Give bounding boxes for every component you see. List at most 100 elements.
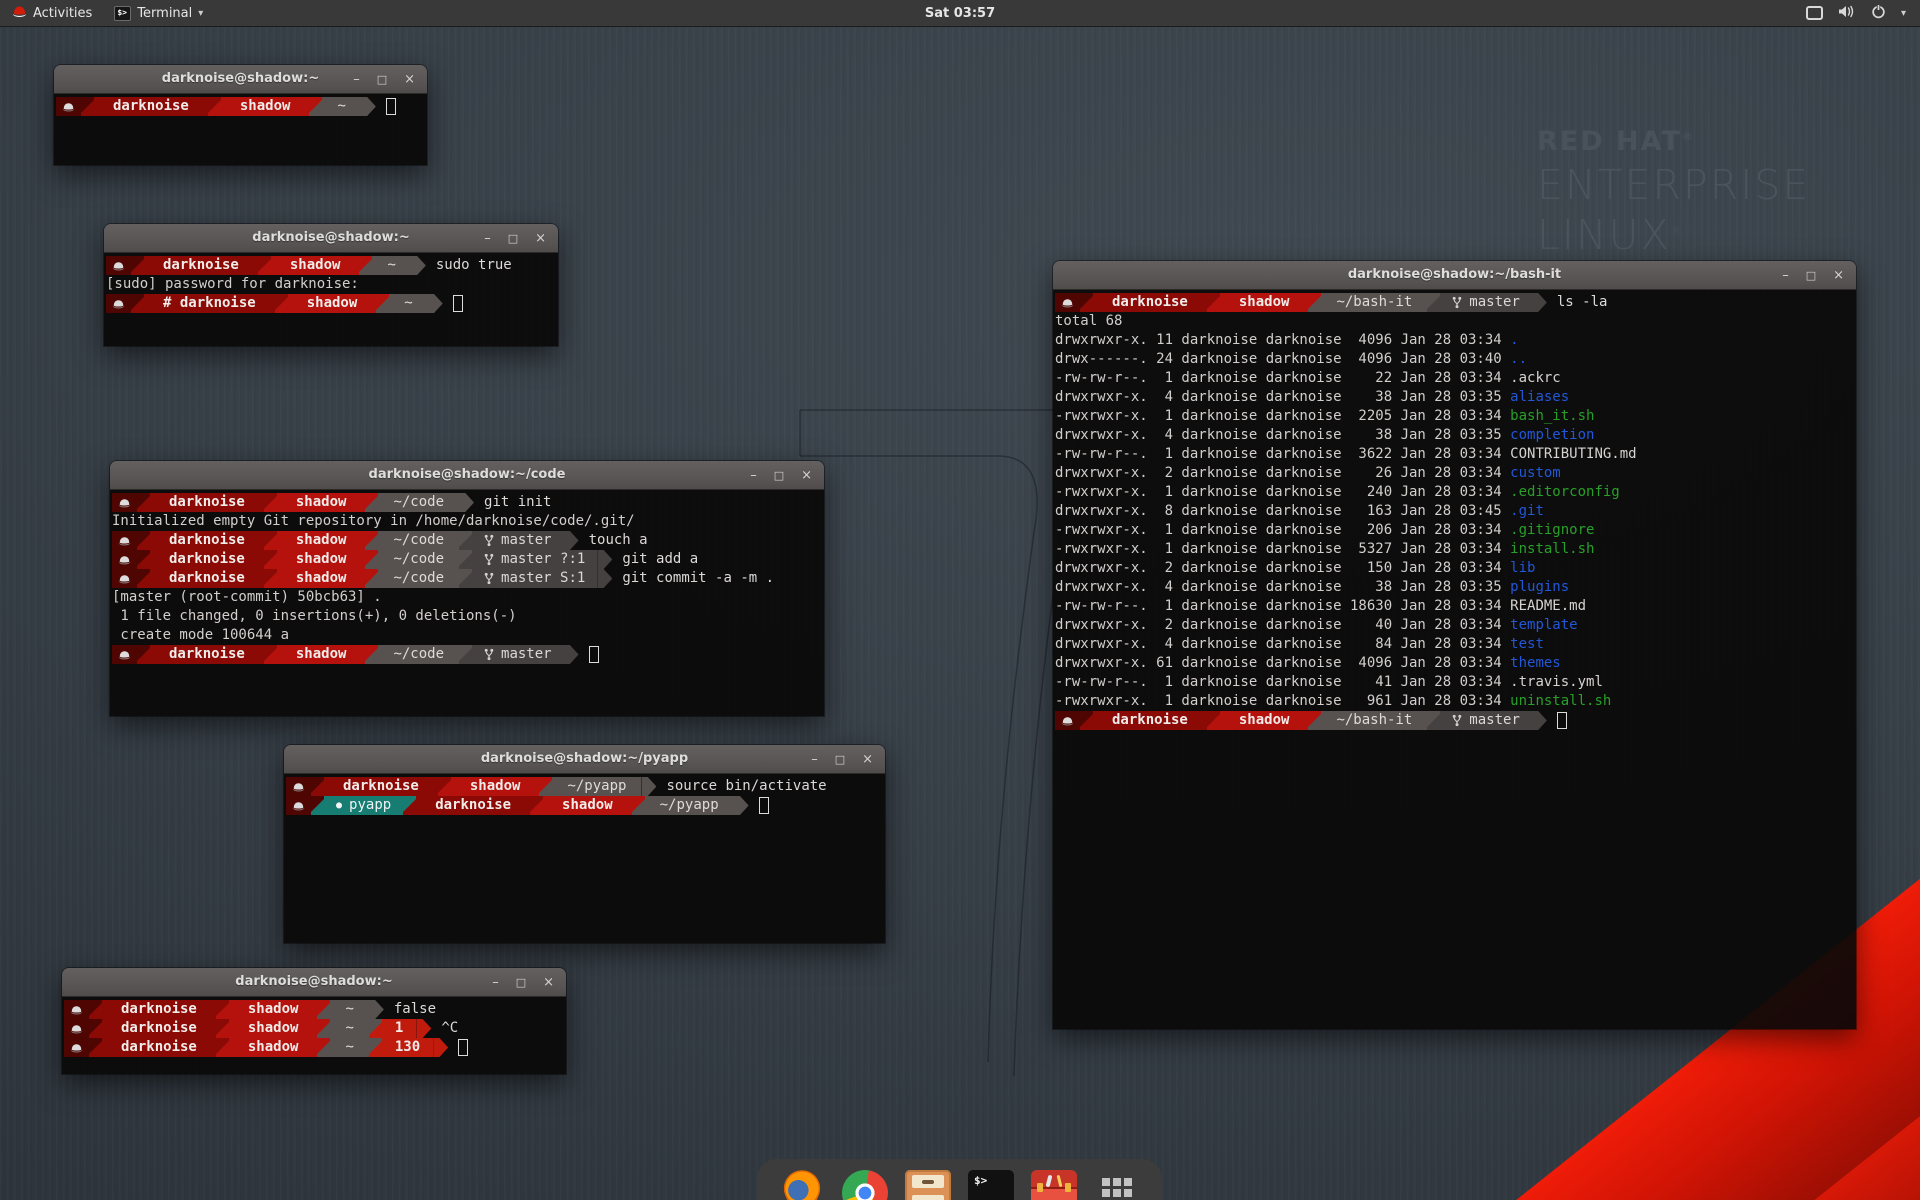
ls-filename: . bbox=[1510, 331, 1518, 350]
segment-divider bbox=[317, 1019, 330, 1038]
window-titlebar[interactable]: darknoise@shadow:~/pyapp –□× bbox=[284, 745, 885, 774]
segment-divider bbox=[438, 777, 451, 796]
command-text: touch a bbox=[589, 531, 648, 550]
segment-divider bbox=[459, 550, 472, 569]
output-line: -rwxrwxr-x. 1 darknoise darknoise 240 Ja… bbox=[1055, 483, 1854, 502]
prompt-segment-user: darknoise bbox=[1093, 711, 1207, 730]
output-line: 1 file changed, 0 insertions(+), 0 delet… bbox=[112, 607, 822, 626]
command-text: false bbox=[394, 1000, 436, 1019]
prompt-segment-user: # darknoise bbox=[144, 294, 275, 313]
close-button[interactable]: × bbox=[1833, 269, 1844, 282]
prompt-segment-user: darknoise bbox=[416, 796, 530, 815]
window-titlebar[interactable]: darknoise@shadow:~ –□× bbox=[54, 65, 427, 94]
prompt-glyph: $> bbox=[974, 1174, 987, 1187]
segment-divider bbox=[459, 569, 472, 588]
volume-icon[interactable] bbox=[1838, 5, 1856, 22]
close-button[interactable]: × bbox=[801, 469, 812, 482]
output-line: drwxrwxr-x. 4 darknoise darknoise 38 Jan… bbox=[1055, 388, 1854, 407]
prompt-segment-branch: master bbox=[1440, 293, 1532, 312]
segment-divider bbox=[137, 645, 150, 664]
minimize-button[interactable]: – bbox=[484, 232, 491, 245]
files-icon[interactable] bbox=[905, 1170, 951, 1200]
segment-divider bbox=[137, 493, 150, 512]
maximize-button[interactable]: □ bbox=[774, 470, 784, 481]
clock[interactable]: Sat 03:57 bbox=[0, 6, 1920, 21]
close-button[interactable]: × bbox=[535, 232, 546, 245]
output-text: Initialized empty Git repository in /hom… bbox=[112, 512, 635, 531]
window-titlebar[interactable]: darknoise@shadow:~/bash-it – □ × bbox=[1053, 261, 1856, 290]
window-selector-icon[interactable] bbox=[1806, 6, 1823, 20]
output-line: -rwxrwxr-x. 1 darknoise darknoise 5327 J… bbox=[1055, 540, 1854, 559]
prompt-line: # darknoiseshadow~ bbox=[106, 294, 556, 313]
segment-divider bbox=[216, 1019, 229, 1038]
prompt-line: darknoiseshadow~/codemastertouch a bbox=[112, 531, 822, 550]
firefox-icon[interactable] bbox=[779, 1170, 825, 1200]
window-titlebar[interactable]: darknoise@shadow:~ –□× bbox=[104, 224, 558, 253]
maximize-button[interactable]: □ bbox=[377, 74, 387, 85]
prompt-segment-branch: master ?:1 bbox=[472, 550, 597, 569]
dock: $> bbox=[757, 1159, 1162, 1200]
prompt-arrow bbox=[361, 97, 376, 116]
power-icon[interactable] bbox=[1871, 4, 1886, 23]
ls-columns: -rw-rw-r--. 1 darknoise darknoise 41 Jan… bbox=[1055, 673, 1510, 692]
chevron-down-icon[interactable]: ▾ bbox=[1901, 8, 1906, 19]
prompt-segment-host: shadow bbox=[1220, 711, 1309, 730]
minimize-button[interactable]: – bbox=[750, 469, 757, 482]
prompt-arrow bbox=[1532, 293, 1547, 312]
prompt-segment-host: shadow bbox=[271, 256, 360, 275]
maximize-button[interactable]: □ bbox=[516, 977, 526, 988]
segment-divider bbox=[376, 294, 389, 313]
maximize-button[interactable]: □ bbox=[835, 754, 845, 765]
close-button[interactable]: × bbox=[862, 753, 873, 766]
segment-divider bbox=[459, 531, 472, 550]
ls-filename: CONTRIBUTING.md bbox=[1510, 445, 1636, 464]
segment-divider bbox=[131, 294, 144, 313]
terminal-content[interactable]: darknoise shadow ~/code git initInitialized… bbox=[110, 490, 824, 716]
ls-filename: lib bbox=[1510, 559, 1535, 578]
close-button[interactable]: × bbox=[404, 73, 415, 86]
python-venv-icon: ● bbox=[336, 796, 342, 815]
prompt-arrow bbox=[564, 645, 579, 664]
window-titlebar[interactable]: darknoise@shadow:~ –□× bbox=[62, 968, 566, 997]
terminal-content[interactable]: darknoiseshadow~falsedarknoiseshadow~1^C… bbox=[62, 997, 566, 1074]
app-menu-label: Terminal bbox=[137, 6, 192, 21]
app-menu-terminal[interactable]: $> Terminal ▾ bbox=[104, 0, 213, 26]
maximize-button[interactable]: □ bbox=[508, 233, 518, 244]
segment-divider bbox=[275, 294, 288, 313]
segment-divider bbox=[208, 97, 221, 116]
terminal-content[interactable]: darknoiseshadow~sudo true[sudo] password… bbox=[104, 253, 558, 346]
prompt-arrow bbox=[433, 1038, 448, 1057]
maximize-button[interactable]: □ bbox=[1806, 270, 1816, 281]
prompt-segment-host: shadow bbox=[277, 550, 366, 569]
window-title: darknoise@shadow:~/bash-it bbox=[1053, 261, 1856, 289]
prompt-segment-user: darknoise bbox=[150, 569, 264, 588]
prompt-segment-host: shadow bbox=[229, 1000, 318, 1019]
output-text: [sudo] password for darknoise: bbox=[106, 275, 359, 294]
minimize-button[interactable]: – bbox=[492, 976, 499, 989]
terminal-window-pyapp: darknoise@shadow:~/pyapp –□× darknoisesh… bbox=[284, 745, 885, 943]
command-text: git init bbox=[484, 493, 551, 512]
terminal-content[interactable]: darknoiseshadow~/bash-itmasterls -latota… bbox=[1053, 290, 1856, 1029]
terminal-content[interactable]: darknoiseshadow~ bbox=[54, 94, 427, 165]
segment-divider bbox=[264, 645, 277, 664]
output-line: -rw-rw-r--. 1 darknoise darknoise 3622 J… bbox=[1055, 445, 1854, 464]
prompt-segment-path: ~/code bbox=[378, 569, 459, 588]
prompt-segment-host: shadow bbox=[277, 645, 366, 664]
terminal-content[interactable]: darknoiseshadow~/pyappsource bin/activat… bbox=[284, 774, 885, 943]
minimize-button[interactable]: – bbox=[1782, 269, 1789, 282]
prompt-segment-path: ~/bash-it bbox=[1321, 293, 1427, 312]
activities-button[interactable]: Activities bbox=[0, 0, 104, 26]
app-grid-icon[interactable] bbox=[1094, 1170, 1140, 1200]
prompt-segment-path: ~/bash-it bbox=[1321, 711, 1427, 730]
toolbox-icon[interactable] bbox=[1031, 1170, 1077, 1200]
chevron-down-icon: ▾ bbox=[198, 8, 203, 19]
minimize-button[interactable]: – bbox=[811, 753, 818, 766]
output-line: drwxrwxr-x. 2 darknoise darknoise 150 Ja… bbox=[1055, 559, 1854, 578]
chrome-icon[interactable] bbox=[842, 1170, 888, 1200]
terminal-icon[interactable]: $> bbox=[968, 1170, 1014, 1200]
terminal-cursor bbox=[458, 1039, 468, 1056]
minimize-button[interactable]: – bbox=[353, 73, 360, 86]
close-button[interactable]: × bbox=[543, 976, 554, 989]
window-titlebar[interactable]: darknoise@shadow:~/code –□× bbox=[110, 461, 824, 490]
output-line: -rw-rw-r--. 1 darknoise darknoise 41 Jan… bbox=[1055, 673, 1854, 692]
